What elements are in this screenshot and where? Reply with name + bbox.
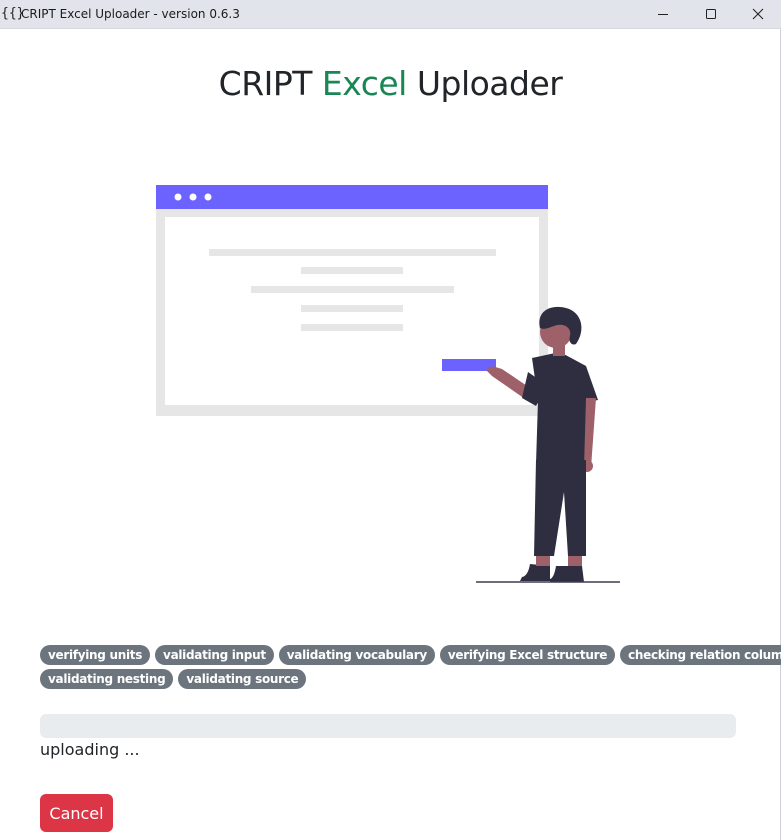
maximize-button[interactable] (688, 0, 734, 28)
close-icon (752, 8, 764, 20)
status-badge: validating nesting (40, 669, 174, 689)
upload-status-text: uploading ... (40, 740, 140, 759)
status-badge: validating vocabulary (278, 645, 435, 665)
status-badge: validating source (178, 669, 307, 689)
upload-progress-bar (40, 714, 736, 738)
text-line (301, 267, 403, 274)
minimize-button[interactable] (640, 0, 686, 28)
status-badge: verifying Excel structure (439, 645, 616, 665)
browser-bar (156, 185, 548, 209)
page-title: CRIPT Excel Uploader (0, 64, 781, 103)
title-excel: Excel (321, 64, 407, 103)
window-dot (174, 193, 182, 201)
status-badge: validating input (155, 645, 274, 665)
status-badge: checking relation columns (620, 645, 781, 665)
text-line (301, 305, 403, 312)
app-icon: {{} (1, 6, 25, 21)
title-cript: CRIPT (218, 64, 313, 103)
text-line (301, 324, 403, 331)
maximize-icon (706, 9, 716, 19)
close-button[interactable] (735, 0, 781, 28)
status-badge: verifying units (40, 645, 151, 665)
validation-steps: verifying units validating input validat… (40, 645, 781, 693)
text-line (251, 286, 454, 293)
cancel-button[interactable]: Cancel (40, 794, 113, 832)
minimize-icon (658, 14, 668, 15)
window-dot (204, 193, 212, 201)
title-uploader: Uploader (416, 64, 563, 103)
window-dot (189, 193, 197, 201)
window-titlebar: {{} CRIPT Excel Uploader - version 0.6.3 (0, 0, 781, 29)
badge-row: verifying units validating input validat… (40, 645, 781, 665)
badge-row: validating nesting validating source (40, 669, 740, 689)
window-title: CRIPT Excel Uploader - version 0.6.3 (21, 7, 240, 21)
presentation-illustration (156, 185, 620, 583)
text-line (209, 249, 496, 256)
